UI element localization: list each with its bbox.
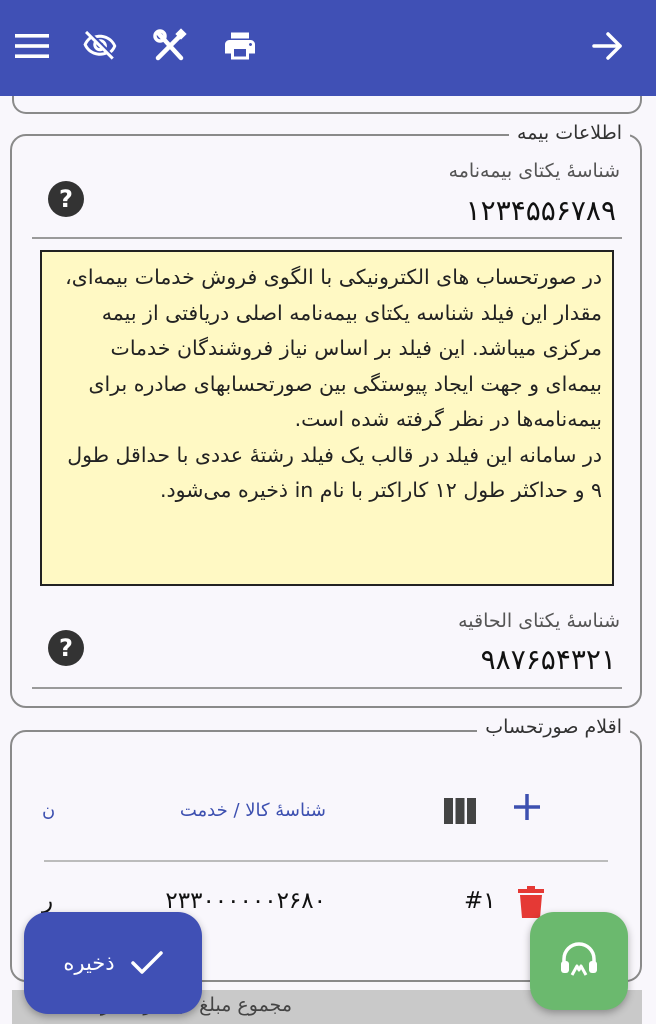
- headset-icon: [561, 942, 597, 976]
- row-product-id: ۲۳۳۰۰۰۰۰۰۲۶۸۰: [165, 888, 326, 914]
- save-button-label: ذخیره: [63, 951, 115, 975]
- endorsement-id-underline: [32, 687, 622, 689]
- arrow-forward-icon[interactable]: [588, 26, 628, 66]
- policy-id-label: شناسهٔ یکتای بیمه‌نامه: [448, 160, 620, 182]
- menu-icon[interactable]: [12, 26, 52, 66]
- columns-icon[interactable]: [444, 798, 476, 824]
- save-button[interactable]: ذخیره: [24, 912, 202, 1014]
- delete-icon[interactable]: [518, 886, 544, 918]
- row-index: #۱: [464, 888, 496, 914]
- help-icon[interactable]: ?: [48, 630, 84, 666]
- column-header-product-id[interactable]: شناسهٔ کالا / خدمت: [180, 800, 326, 821]
- print-icon[interactable]: [220, 26, 260, 66]
- help-text-paragraph-1: در صورتحساب های الکترونیکی با الگوی فروش…: [65, 265, 602, 431]
- app-bar: [0, 0, 656, 96]
- help-icon[interactable]: ?: [48, 181, 84, 217]
- visibility-off-icon[interactable]: [80, 26, 120, 66]
- endorsement-id-value[interactable]: ۹۸۷۶۵۴۳۲۱: [481, 643, 616, 676]
- previous-card-edge: [12, 96, 642, 114]
- tools-icon[interactable]: [150, 26, 190, 66]
- support-button[interactable]: [530, 912, 628, 1010]
- insurance-info-legend: اطلاعات بیمه: [509, 122, 630, 144]
- add-icon[interactable]: [512, 792, 548, 828]
- endorsement-id-label: شناسهٔ یکتای الحاقیه: [458, 610, 620, 632]
- table-header-divider: [44, 860, 608, 862]
- column-header-truncated: ن: [42, 800, 56, 821]
- policy-id-underline: [32, 237, 622, 239]
- policy-id-value[interactable]: ۱۲۳۴۵۵۶۷۸۹: [466, 194, 616, 227]
- invoice-items-legend: اقلام صورتحساب: [477, 716, 630, 738]
- check-icon: [130, 951, 163, 974]
- help-text-paragraph-2: در سامانه این فیلد در قالب یک فیلد رشتهٔ…: [67, 442, 602, 503]
- policy-id-help-box: در صورتحساب های الکترونیکی با الگوی فروش…: [40, 250, 614, 586]
- row-truncated-cell: ر: [42, 888, 54, 914]
